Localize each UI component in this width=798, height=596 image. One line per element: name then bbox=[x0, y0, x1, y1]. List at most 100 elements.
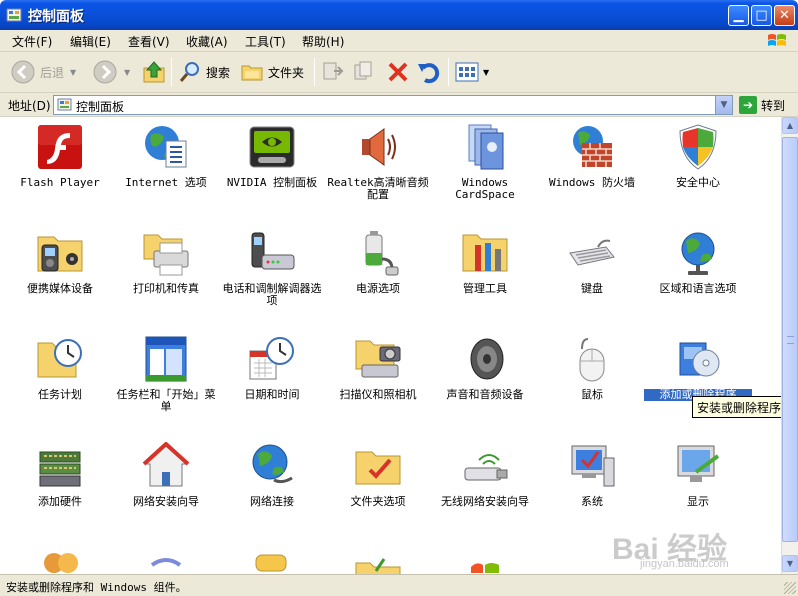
item-power-options[interactable]: 电源选项 bbox=[324, 229, 432, 295]
item-realtek-audio[interactable]: Realtek高清晰音频配置 bbox=[324, 123, 432, 201]
add-remove-programs-icon bbox=[679, 342, 720, 377]
internet-options-icon bbox=[145, 126, 187, 168]
network-connections-icon bbox=[252, 444, 293, 484]
go-button[interactable]: ➔ 转到 bbox=[739, 96, 785, 114]
item-add-hardware[interactable]: 添加硬件 bbox=[6, 442, 114, 508]
up-folder-button[interactable] bbox=[142, 58, 166, 86]
scroll-down-button[interactable]: ▼ bbox=[782, 555, 798, 572]
scroll-up-button[interactable]: ▲ bbox=[782, 117, 798, 134]
status-text: 安装或删除程序和 Windows 组件。 bbox=[6, 581, 187, 594]
address-input[interactable]: 控制面板 ▼ bbox=[53, 95, 733, 115]
minimize-button[interactable]: ▁ bbox=[728, 5, 749, 26]
item-keyboard[interactable]: 键盘 bbox=[538, 229, 646, 295]
folders-icon bbox=[241, 65, 263, 81]
item-partial-fonts[interactable] bbox=[324, 549, 432, 574]
item-scheduled-tasks[interactable]: 任务计划 bbox=[6, 335, 114, 401]
go-arrow-icon: ➔ bbox=[739, 96, 757, 114]
delete-button[interactable] bbox=[386, 58, 410, 86]
flash-player-icon bbox=[38, 125, 82, 169]
scanner-camera-icon bbox=[355, 340, 401, 378]
item-mouse[interactable]: 鼠标 bbox=[538, 335, 646, 401]
move-to-button[interactable] bbox=[320, 58, 346, 86]
item-partial-speech[interactable] bbox=[218, 549, 326, 574]
item-system[interactable]: 系统 bbox=[538, 442, 646, 508]
item-display[interactable]: 显示 bbox=[644, 442, 752, 508]
undo-button[interactable] bbox=[416, 58, 442, 86]
item-printers-faxes[interactable]: 打印机和传真 bbox=[112, 229, 220, 295]
menu-tools[interactable]: 工具(T) bbox=[245, 33, 286, 50]
control-panel-small-icon bbox=[57, 98, 72, 111]
address-bar: 地址(D) 控制面板 ▼ ➔ 转到 bbox=[0, 93, 798, 117]
item-phone-modem[interactable]: 电话和调制解调器选项 bbox=[218, 229, 326, 307]
menu-view[interactable]: 查看(V) bbox=[128, 33, 170, 50]
display-icon bbox=[677, 445, 720, 482]
item-partial-windows[interactable] bbox=[431, 549, 539, 574]
item-security-center[interactable]: 安全中心 bbox=[644, 123, 752, 189]
toolbar: 后退 ▼ ▼ 搜索 文件夹 ▼ bbox=[0, 52, 798, 93]
item-network-connections[interactable]: 网络连接 bbox=[218, 442, 326, 508]
item-folder-options[interactable]: 文件夹选项 bbox=[324, 442, 432, 508]
printer-fax-icon bbox=[143, 234, 189, 276]
menu-edit[interactable]: 编辑(E) bbox=[70, 33, 111, 50]
item-nvidia-control-panel[interactable]: NVIDIA 控制面板 bbox=[218, 123, 326, 189]
resize-grip[interactable] bbox=[784, 582, 796, 594]
item-flash-player[interactable]: Flash Player bbox=[6, 123, 114, 189]
admin-tools-icon bbox=[462, 234, 508, 272]
maximize-button[interactable]: □ bbox=[751, 5, 772, 26]
search-button[interactable]: 搜索 bbox=[178, 58, 230, 86]
taskbar-start-icon bbox=[145, 336, 187, 382]
folder-options-icon bbox=[355, 451, 401, 485]
cardspace-icon bbox=[468, 124, 504, 170]
search-icon bbox=[179, 62, 199, 82]
item-internet-options[interactable]: Internet 选项 bbox=[112, 123, 220, 189]
title-bar[interactable]: 控制面板 ▁ □ ✕ bbox=[0, 0, 798, 30]
up-folder-icon bbox=[143, 61, 165, 83]
item-scanners-cameras[interactable]: 扫描仪和照相机 bbox=[324, 335, 432, 401]
windows-partial-icon bbox=[471, 563, 499, 573]
item-taskbar-start-menu[interactable]: 任务栏和「开始」菜单 bbox=[112, 335, 220, 413]
network-setup-icon bbox=[142, 442, 190, 487]
item-sound-audio-devices[interactable]: 声音和音频设备 bbox=[431, 335, 539, 401]
scroll-thumb[interactable] bbox=[782, 137, 798, 542]
item-windows-firewall[interactable]: Windows 防火墙 bbox=[538, 123, 646, 189]
item-partial-network[interactable] bbox=[112, 549, 220, 574]
keyboard-icon bbox=[569, 239, 615, 266]
copy-to-icon bbox=[354, 61, 372, 80]
item-add-remove-programs[interactable]: 添加或删除程序 bbox=[644, 335, 752, 401]
menu-help[interactable]: 帮助(H) bbox=[302, 33, 344, 50]
item-partial-users[interactable] bbox=[6, 549, 114, 574]
item-admin-tools[interactable]: 管理工具 bbox=[431, 229, 539, 295]
control-panel-items: Flash Player Internet 选项 NVIDIA 控制面板 Rea… bbox=[0, 117, 781, 574]
undo-icon bbox=[418, 63, 440, 84]
address-label: 地址(D) bbox=[8, 99, 51, 113]
item-portable-media[interactable]: 便携媒体设备 bbox=[6, 229, 114, 295]
item-network-setup-wizard[interactable]: 网络安装向导 bbox=[112, 442, 220, 508]
network-partial-icon bbox=[150, 558, 182, 567]
menu-file[interactable]: 文件(F) bbox=[12, 33, 52, 50]
views-grid-icon bbox=[455, 62, 479, 82]
back-button[interactable]: 后退 ▼ bbox=[10, 58, 76, 86]
item-region-language[interactable]: 区域和语言选项 bbox=[644, 229, 752, 295]
menu-favorites[interactable]: 收藏(A) bbox=[186, 33, 228, 50]
close-button[interactable]: ✕ bbox=[774, 5, 795, 26]
control-panel-icon bbox=[6, 8, 22, 22]
power-options-icon bbox=[365, 231, 399, 276]
copy-to-button[interactable] bbox=[352, 58, 378, 86]
views-button[interactable]: ▼ bbox=[455, 58, 489, 86]
forward-button[interactable]: ▼ bbox=[92, 58, 130, 86]
item-windows-cardspace[interactable]: Windows CardSpace bbox=[431, 123, 539, 201]
item-wireless-network-setup[interactable]: 无线网络安装向导 bbox=[431, 442, 539, 508]
firewall-icon bbox=[573, 126, 612, 167]
windows-logo-icon bbox=[768, 34, 786, 46]
security-center-icon bbox=[679, 124, 717, 170]
sound-audio-icon bbox=[470, 338, 504, 380]
nvidia-icon bbox=[249, 126, 295, 168]
add-hardware-icon bbox=[39, 451, 81, 487]
vertical-scrollbar[interactable]: ▲ ▼ bbox=[781, 117, 798, 574]
region-language-icon bbox=[681, 232, 715, 275]
user-accounts-icon bbox=[44, 553, 78, 573]
item-date-time[interactable]: 日期和时间 bbox=[218, 335, 326, 401]
address-dropdown-button[interactable]: ▼ bbox=[715, 96, 732, 114]
realtek-audio-icon bbox=[362, 128, 396, 166]
folders-button[interactable]: 文件夹 bbox=[240, 58, 304, 86]
